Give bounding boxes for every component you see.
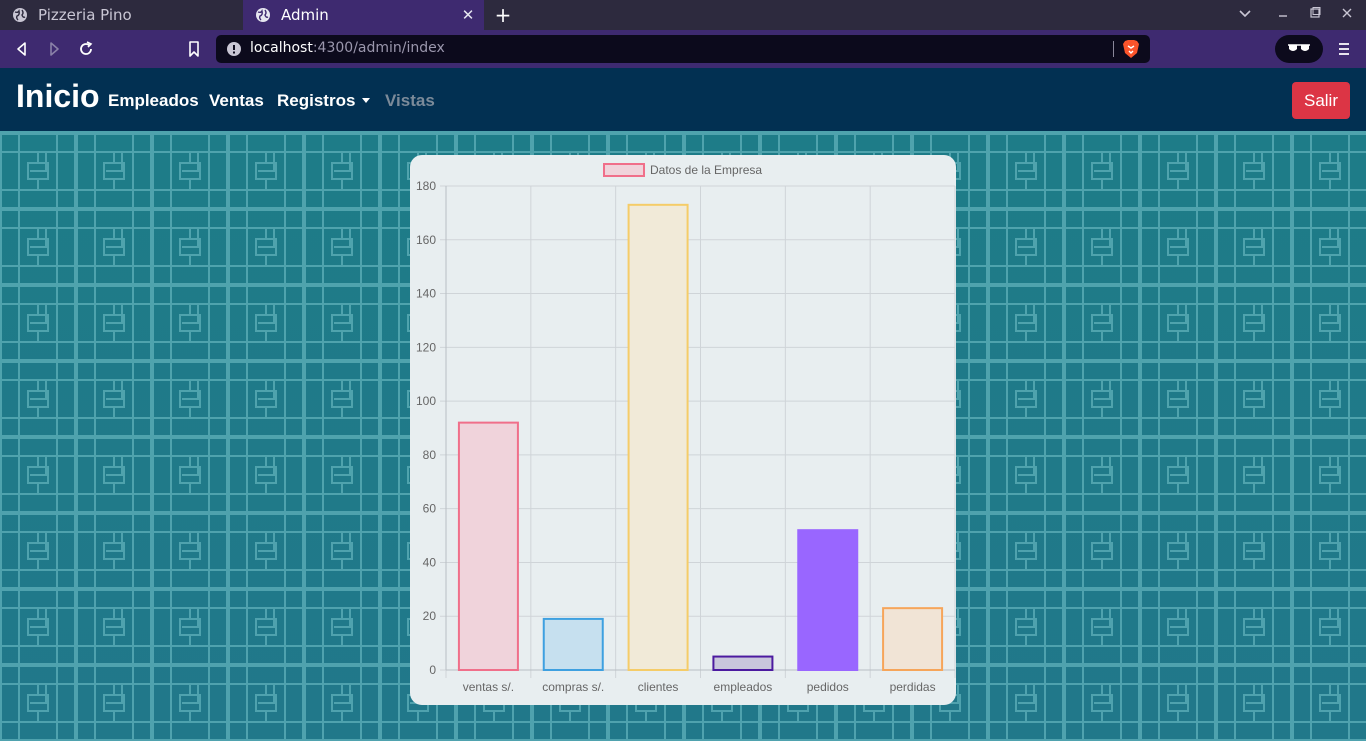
close-icon[interactable]	[1338, 6, 1356, 24]
browser-tab-strip: Pizzeria Pino Admin ✕ +	[0, 0, 1366, 30]
divider	[1113, 41, 1114, 57]
menu-icon[interactable]	[1336, 39, 1352, 59]
y-tick-label: 40	[423, 555, 437, 569]
close-tab-icon[interactable]: ✕	[460, 7, 476, 23]
y-tick-label: 100	[416, 394, 436, 408]
nav-dropdown-registros[interactable]: Registros	[277, 91, 371, 111]
bar-clientes	[627, 203, 689, 671]
y-tick-label: 60	[423, 502, 437, 516]
nav-link-ventas[interactable]: Ventas	[209, 91, 264, 111]
logout-button[interactable]: Salir	[1292, 82, 1350, 119]
y-tick-label: 140	[416, 287, 436, 301]
bar-empleados	[712, 655, 774, 671]
forward-icon[interactable]	[44, 39, 64, 59]
info-icon[interactable]	[226, 41, 242, 57]
chart-card: 0 20 40 60 80 100 120 140 160 180 ventas s/. compra…	[410, 155, 956, 705]
y-tick-label: 20	[423, 609, 437, 623]
x-tick-label: ventas s/.	[463, 680, 514, 694]
brand-link[interactable]: Inicio	[16, 78, 100, 115]
private-window-indicator[interactable]	[1275, 35, 1323, 63]
caret-down-icon	[362, 97, 371, 103]
url-path: :4300/admin/index	[312, 40, 445, 56]
tab-admin[interactable]: Admin ✕	[243, 0, 484, 30]
tab-title: Pizzeria Pino	[38, 6, 132, 24]
y-tick-label: 160	[416, 233, 436, 247]
nav-link-vistas: Vistas	[385, 91, 435, 110]
legend-swatch	[603, 163, 645, 177]
y-tick-label: 180	[416, 179, 436, 193]
tab-pizzeria-pino[interactable]: Pizzeria Pino	[0, 0, 243, 30]
reload-icon[interactable]	[76, 39, 96, 59]
bar-perdidas	[882, 607, 944, 671]
new-tab-button[interactable]: +	[493, 5, 513, 25]
private-glasses-icon	[1288, 44, 1310, 51]
url-host: localhost	[250, 40, 313, 56]
x-tick-label: perdidas	[890, 680, 936, 694]
browser-toolbar: localhost:4300/admin/index	[0, 30, 1366, 68]
y-tick-label: 120	[416, 340, 436, 354]
legend-label: Datos de la Empresa	[650, 163, 762, 177]
bar-ventass	[457, 421, 519, 671]
y-tick-label: 80	[423, 448, 437, 462]
minimize-icon[interactable]	[1274, 6, 1292, 24]
nav-link-empleados[interactable]: Empleados	[108, 91, 199, 111]
bar-pedidos	[797, 529, 859, 671]
nav-dropdown-label: Registros	[277, 91, 356, 110]
x-tick-label: compras s/.	[542, 680, 604, 694]
brave-lion-icon[interactable]	[1122, 39, 1140, 59]
y-tick-label: 0	[429, 663, 436, 677]
back-icon[interactable]	[12, 39, 32, 59]
globe-icon	[13, 8, 27, 22]
chevron-down-icon[interactable]	[1236, 6, 1254, 24]
x-tick-label: empleados	[714, 680, 773, 694]
bar-chart: 0 20 40 60 80 100 120 140 160 180 ventas s/. compra…	[416, 163, 956, 694]
address-bar[interactable]: localhost:4300/admin/index	[216, 35, 1150, 63]
tab-title: Admin	[281, 6, 329, 24]
globe-icon	[256, 8, 270, 22]
maximize-icon[interactable]	[1306, 6, 1324, 24]
app-navbar: Inicio Empleados Ventas Registros Vistas…	[0, 68, 1366, 131]
bar-comprass	[542, 617, 604, 671]
bookmark-icon[interactable]	[184, 39, 204, 59]
url-text: localhost:4300/admin/index	[250, 40, 445, 56]
x-tick-label: clientes	[638, 680, 679, 694]
x-tick-label: pedidos	[807, 680, 849, 694]
